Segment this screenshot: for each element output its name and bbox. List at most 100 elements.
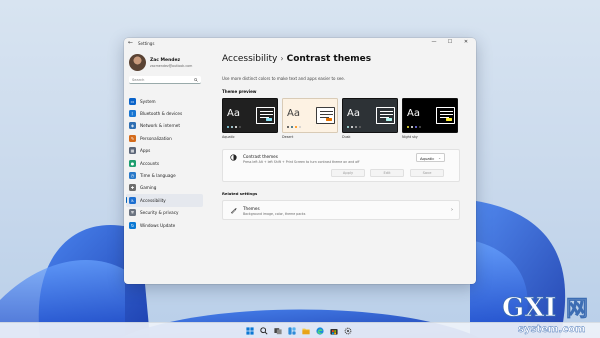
theme-name: Desert [282, 135, 294, 139]
svg-text:网: 网 [566, 297, 588, 322]
person-icon: ● [129, 159, 136, 167]
contrast-theme-selected: Aquatic [420, 156, 435, 161]
breadcrumb-parent[interactable]: Accessibility [222, 54, 277, 64]
network-icon: ◈ [129, 122, 136, 130]
sidebar-item-windows-update[interactable]: ↻ Windows Update [126, 219, 203, 231]
globe-clock-icon: ◷ [129, 172, 136, 180]
minimize-button[interactable]: — [428, 39, 440, 45]
start-windows-icon[interactable] [246, 327, 254, 335]
monitor-icon: ▭ [129, 97, 136, 105]
watermark-logo: GXI 网 system.com [502, 293, 589, 336]
sidebar-item-system[interactable]: ▭ System [126, 95, 203, 107]
save-button[interactable]: Save [410, 169, 444, 177]
theme-sample-text: Aa [227, 108, 240, 119]
theme-card-aquatic[interactable]: Aa Aquatic [222, 98, 278, 142]
gamepad-icon: ✚ [129, 184, 136, 192]
user-name: Zac Mendez [150, 58, 181, 63]
sidebar-item-security[interactable]: ⛨ Security & privacy [126, 207, 203, 219]
chevron-right-icon: › [451, 207, 453, 213]
sidebar-item-accessibility[interactable]: ♿ Accessibility [126, 194, 203, 207]
related-settings-heading: Related settings [222, 191, 258, 196]
contrast-icon [230, 154, 237, 161]
search-icon[interactable] [194, 77, 198, 82]
theme-thumbnail: Aa [342, 98, 398, 133]
color-swatch [230, 126, 234, 129]
sidebar-nav: ▭ System ᛒ Bluetooth & devices ◈ Network… [126, 95, 203, 231]
title-bar: ← Settings — ☐ ✕ [124, 38, 476, 50]
color-swatch [347, 126, 350, 129]
color-swatch [227, 126, 230, 129]
themes-link-desc: Background image, color, theme packs [243, 212, 306, 216]
themes-related-card[interactable]: Themes Background image, color, theme pa… [222, 200, 460, 220]
theme-window-preview [316, 107, 335, 124]
bluetooth-icon: ᛒ [129, 110, 136, 118]
edge-browser-icon[interactable] [316, 327, 324, 335]
settings-gear-icon[interactable] [344, 327, 352, 335]
svg-text:system.com: system.com [518, 324, 585, 335]
theme-color-swatches [347, 126, 362, 129]
contrast-theme-dropdown[interactable]: Aquatic ⌄ [416, 153, 445, 162]
color-swatch [294, 126, 298, 129]
search-box[interactable] [129, 76, 201, 84]
close-button[interactable]: ✕ [460, 39, 472, 45]
theme-card-night-sky[interactable]: Aa Night sky [402, 98, 458, 142]
theme-name: Night sky [402, 135, 418, 139]
edit-button[interactable]: Edit [370, 169, 404, 177]
sidebar-item-apps[interactable]: ▦ Apps [126, 145, 203, 157]
sidebar-item-label: Accessibility [140, 197, 166, 203]
avatar [129, 54, 146, 71]
sidebar-item-label: Security & privacy [140, 210, 179, 216]
color-swatch [414, 126, 418, 129]
theme-sample-text: Aa [407, 108, 420, 119]
sidebar-item-network[interactable]: ◈ Network & internet [126, 120, 203, 132]
theme-window-preview [376, 107, 395, 124]
sidebar-item-label: Bluetooth & devices [140, 111, 183, 117]
color-swatch [287, 126, 290, 129]
svg-text:GXI: GXI [502, 293, 557, 323]
theme-window-preview [436, 107, 455, 124]
theme-thumbnail: Aa [402, 98, 458, 133]
shield-icon: ⛨ [129, 209, 136, 217]
chevron-down-icon: ⌄ [438, 156, 441, 160]
search-input[interactable] [132, 77, 192, 82]
sidebar-item-personalization[interactable]: ✎ Personalization [126, 132, 203, 144]
theme-window-preview [256, 107, 275, 124]
color-swatch [350, 126, 354, 129]
sidebar-item-label: Apps [140, 148, 151, 154]
color-swatch [234, 126, 238, 129]
apply-button[interactable]: Apply [331, 169, 365, 177]
widgets-icon[interactable] [288, 327, 296, 335]
sidebar-item-label: System [140, 98, 156, 104]
sidebar-item-label: Gaming [140, 185, 157, 191]
settings-window: ← Settings — ☐ ✕ Zac Mendez zacmendez@ou… [124, 38, 476, 284]
color-swatch [418, 126, 422, 129]
sidebar-item-label: Windows Update [140, 222, 176, 228]
maximize-button[interactable]: ☐ [444, 39, 456, 45]
sidebar-item-time-language[interactable]: ◷ Time & language [126, 169, 203, 181]
theme-card-desert[interactable]: Aa Desert [282, 98, 338, 142]
site-watermark: GXI 网 system.com [500, 290, 600, 336]
sidebar-item-accounts[interactable]: ● Accounts [126, 157, 203, 169]
file-explorer-icon[interactable] [302, 327, 310, 335]
taskbar-search-icon[interactable] [260, 327, 268, 335]
theme-card-dusk[interactable]: Aa Dusk [342, 98, 398, 142]
theme-name: Aquatic [222, 135, 235, 139]
contrast-themes-shortcut-hint: Press left Alt + left Shift + Print Scre… [243, 160, 360, 164]
theme-thumbnail: Aa [282, 98, 338, 133]
breadcrumb-separator-icon: › [280, 54, 284, 63]
sidebar-item-gaming[interactable]: ✚ Gaming [126, 182, 203, 194]
contrast-themes-card: Contrast themes Press left Alt + left Sh… [222, 149, 460, 182]
task-view-icon[interactable] [274, 327, 282, 335]
theme-color-swatches [227, 126, 242, 129]
store-icon[interactable] [330, 327, 338, 335]
back-arrow-icon[interactable]: ← [128, 39, 133, 46]
page-description: Use more distinct colors to make text an… [222, 76, 346, 81]
color-swatch [358, 126, 362, 129]
apps-icon: ▦ [129, 147, 136, 155]
app-title: Settings [138, 41, 155, 46]
theme-sample-text: Aa [347, 108, 360, 119]
theme-preview-grid: Aa Aquatic Aa Desert Aa Dusk Aa Night sky [222, 98, 460, 142]
color-swatch [238, 126, 242, 129]
user-email: zacmendez@outlook.com [150, 64, 193, 68]
sidebar-item-bluetooth[interactable]: ᛒ Bluetooth & devices [126, 107, 203, 119]
